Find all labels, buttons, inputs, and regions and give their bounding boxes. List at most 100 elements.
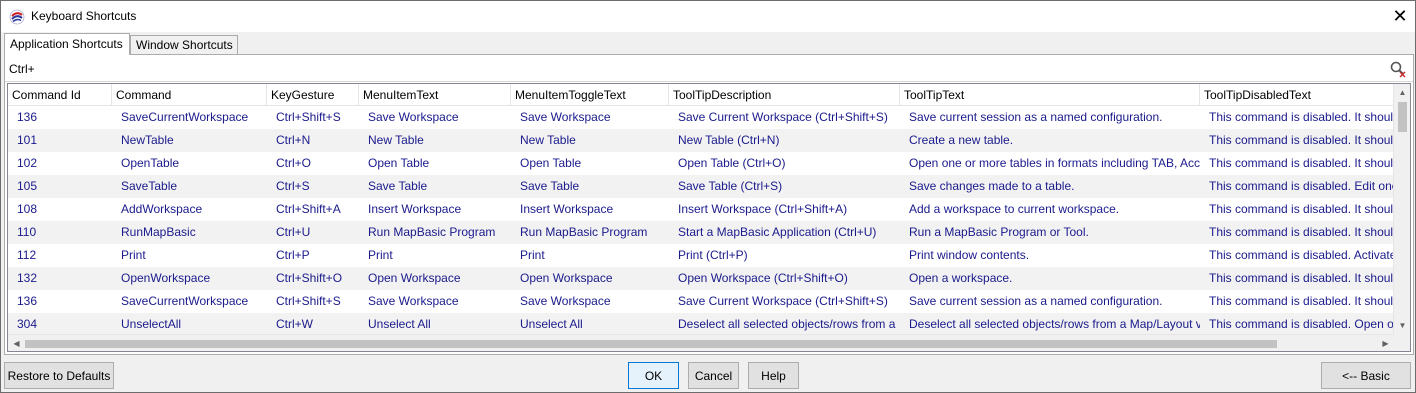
scroll-right-icon[interactable]: ▶	[1377, 335, 1394, 351]
cell-menuitemtoggletext: Save Workspace	[520, 110, 611, 124]
cell-command: SaveCurrentWorkspace	[121, 110, 249, 124]
cell-keygesture: Ctrl+S	[276, 179, 310, 193]
cell-tooltipdisabledtext: This command is disabled. It should	[1209, 225, 1394, 239]
scroll-left-icon[interactable]: ◀	[8, 335, 25, 351]
table-header: Command Id Command KeyGesture MenuItemTe…	[8, 84, 1394, 106]
table-row[interactable]: 102 OpenTable Ctrl+O Open Table Open Tab…	[8, 152, 1394, 175]
cell-command-id: 110	[17, 225, 37, 239]
cell-command-id: 136	[17, 110, 38, 124]
cell-tooltipdescription: Save Table (Ctrl+S)	[678, 179, 783, 193]
cell-keygesture: Ctrl+U	[276, 225, 311, 239]
table-row[interactable]: 136 SaveCurrentWorkspace Ctrl+Shift+S Sa…	[8, 106, 1394, 129]
table-row[interactable]: 108 AddWorkspace Ctrl+Shift+A Insert Wor…	[8, 198, 1394, 221]
cell-tooltiptext: Run a MapBasic Program or Tool.	[909, 225, 1089, 239]
cell-tooltipdescription: Deselect all selected objects/rows from …	[678, 317, 896, 331]
cell-menuitemtoggletext: Insert Workspace	[520, 202, 614, 216]
search-bar	[5, 55, 1413, 82]
cell-menuitemtext: New Table	[368, 133, 424, 147]
cell-command: NewTable	[121, 133, 174, 147]
app-logo-icon	[9, 9, 25, 25]
cell-tooltiptext: Save current session as a named configur…	[909, 110, 1163, 124]
cell-menuitemtext: Insert Workspace	[368, 202, 462, 216]
cell-command-id: 108	[17, 202, 38, 216]
column-header-tooltipdisabledtext[interactable]: ToolTipDisabledText	[1200, 84, 1394, 106]
table-row[interactable]: 304 UnselectAll Ctrl+W Unselect All Unse…	[8, 313, 1394, 336]
column-header-menuitemtoggletext[interactable]: MenuItemToggleText	[511, 84, 669, 106]
cell-tooltipdisabledtext: This command is disabled. It should	[1209, 110, 1394, 124]
horizontal-scroll-thumb[interactable]	[25, 340, 1277, 348]
cell-tooltipdescription: Save Current Workspace (Ctrl+Shift+S)	[678, 294, 888, 308]
cell-menuitemtoggletext: Print	[520, 248, 545, 262]
cell-tooltipdescription: Print (Ctrl+P)	[678, 248, 748, 262]
cell-tooltipdisabledtext: This command is disabled. It should	[1209, 156, 1394, 170]
cell-tooltipdisabledtext: This command is disabled. Open on	[1209, 317, 1394, 331]
vertical-scroll-thumb[interactable]	[1398, 102, 1407, 132]
cell-menuitemtext: Open Workspace	[368, 271, 461, 285]
cell-tooltiptext: Add a workspace to current workspace.	[909, 202, 1120, 216]
cell-command-id: 132	[17, 271, 38, 285]
table-row[interactable]: 110 RunMapBasic Ctrl+U Run MapBasic Prog…	[8, 221, 1394, 244]
vertical-scrollbar[interactable]: ▲ ▼	[1393, 84, 1410, 334]
cell-tooltiptext: Save current session as a named configur…	[909, 294, 1163, 308]
cell-tooltiptext: Open a workspace.	[909, 271, 1013, 285]
cell-command: AddWorkspace	[121, 202, 203, 216]
tab-window-shortcuts[interactable]: Window Shortcuts	[130, 35, 238, 55]
cell-tooltipdisabledtext: This command is disabled. It should	[1209, 294, 1394, 308]
cell-tooltipdescription: Open Table (Ctrl+O)	[678, 156, 786, 170]
table-row[interactable]: 136 SaveCurrentWorkspace Ctrl+Shift+S Sa…	[8, 290, 1394, 313]
column-header-tooltiptext[interactable]: ToolTipText	[900, 84, 1200, 106]
horizontal-scrollbar[interactable]: ◀ ▶	[8, 334, 1394, 351]
cell-command-id: 101	[17, 133, 38, 147]
cell-command: Print	[121, 248, 146, 262]
cell-menuitemtoggletext: Open Workspace	[520, 271, 613, 285]
title-bar[interactable]: Keyboard Shortcuts ✕	[1, 1, 1415, 32]
cell-menuitemtext: Run MapBasic Program	[368, 225, 496, 239]
scrollbar-corner	[1393, 334, 1410, 351]
close-icon[interactable]: ✕	[1385, 1, 1415, 32]
cell-keygesture: Ctrl+O	[276, 156, 312, 170]
basic-button[interactable]: <-- Basic	[1321, 362, 1411, 389]
table-row[interactable]: 101 NewTable Ctrl+N New Table New Table …	[8, 129, 1394, 152]
cell-tooltipdescription: New Table (Ctrl+N)	[678, 133, 780, 147]
cell-command: RunMapBasic	[121, 225, 196, 239]
cell-tooltipdisabledtext: This command is disabled. It should	[1209, 133, 1394, 147]
scroll-up-icon[interactable]: ▲	[1394, 84, 1410, 101]
column-header-menuitemtext[interactable]: MenuItemText	[359, 84, 511, 106]
cell-command-id: 304	[17, 317, 38, 331]
column-header-command[interactable]: Command	[112, 84, 267, 106]
cell-tooltiptext: Print window contents.	[909, 248, 1030, 262]
search-input[interactable]	[7, 59, 1367, 78]
table-row[interactable]: 112 Print Ctrl+P Print Print Print (Ctrl…	[8, 244, 1394, 267]
tab-application-shortcuts[interactable]: Application Shortcuts	[4, 33, 130, 55]
cell-keygesture: Ctrl+W	[276, 317, 313, 331]
cancel-button[interactable]: Cancel	[688, 362, 739, 389]
cell-menuitemtext: Unselect All	[368, 317, 431, 331]
cell-menuitemtext: Open Table	[368, 156, 430, 170]
table-row[interactable]: 105 SaveTable Ctrl+S Save Table Save Tab…	[8, 175, 1394, 198]
column-header-keygesture[interactable]: KeyGesture	[267, 84, 359, 106]
cell-menuitemtoggletext: Save Workspace	[520, 294, 611, 308]
cell-command-id: 105	[17, 179, 38, 193]
cell-tooltipdisabledtext: This command is disabled. It should	[1209, 271, 1394, 285]
column-header-tooltipdescription[interactable]: ToolTipDescription	[669, 84, 900, 106]
column-header-command-id[interactable]: Command Id	[8, 84, 112, 106]
cell-tooltipdescription: Start a MapBasic Application (Ctrl+U)	[678, 225, 877, 239]
table-row[interactable]: 132 OpenWorkspace Ctrl+Shift+O Open Work…	[8, 267, 1394, 290]
cell-command: SaveTable	[121, 179, 178, 193]
cell-tooltiptext: Save changes made to a table.	[909, 179, 1075, 193]
cell-keygesture: Ctrl+Shift+S	[276, 294, 341, 308]
search-clear-icon[interactable]	[1389, 60, 1407, 78]
cell-tooltipdescription: Save Current Workspace (Ctrl+Shift+S)	[678, 110, 888, 124]
restore-defaults-button[interactable]: Restore to Defaults	[4, 362, 114, 389]
cell-menuitemtext: Save Workspace	[368, 294, 459, 308]
help-button[interactable]: Help	[748, 362, 799, 389]
cell-tooltipdescription: Open Workspace (Ctrl+Shift+O)	[678, 271, 848, 285]
cell-menuitemtoggletext: Open Table	[520, 156, 582, 170]
cell-tooltipdisabledtext: This command is disabled. Edit one	[1209, 179, 1394, 193]
cell-command: UnselectAll	[121, 317, 182, 331]
scroll-down-icon[interactable]: ▼	[1394, 317, 1410, 334]
cell-menuitemtext: Save Table	[368, 179, 428, 193]
shortcuts-table: Command Id Command KeyGesture MenuItemTe…	[7, 83, 1411, 352]
ok-button[interactable]: OK	[628, 362, 679, 389]
keyboard-shortcuts-dialog: Keyboard Shortcuts ✕ Application Shortcu…	[0, 0, 1416, 393]
